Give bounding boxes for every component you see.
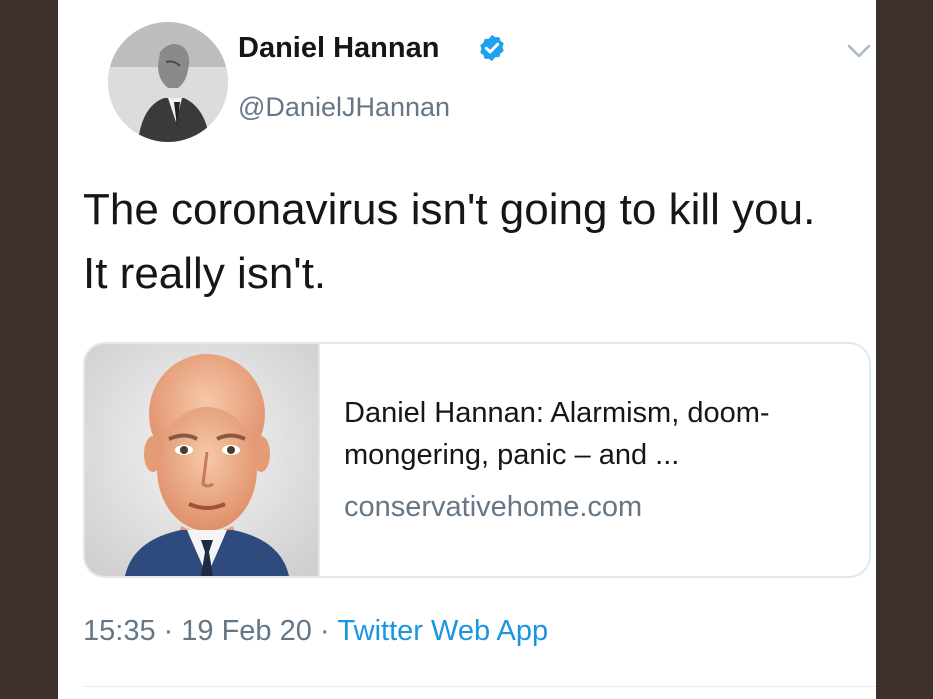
author-display-name[interactable]: Daniel Hannan — [238, 32, 439, 65]
card-title: Daniel Hannan: Alarmism, doom-mongering,… — [344, 397, 770, 471]
author-avatar[interactable] — [108, 22, 228, 142]
screenshot-frame: Daniel Hannan @DanielJHannan The coronav… — [0, 0, 933, 699]
right-border — [876, 0, 933, 699]
verified-badge-icon — [480, 34, 504, 62]
tweet-date[interactable]: 19 Feb 20 — [181, 615, 312, 647]
avatar-photo — [108, 22, 228, 142]
chevron-down-icon[interactable] — [846, 42, 872, 60]
card-domain: conservativehome.com — [344, 491, 643, 523]
tweet-card: Daniel Hannan @DanielJHannan The coronav… — [58, 0, 876, 699]
card-portrait-illustration — [85, 344, 318, 576]
link-preview-card[interactable]: Daniel Hannan: Alarmism, doom-mongering,… — [83, 342, 871, 578]
meta-separator: · — [163, 615, 174, 647]
card-thumbnail — [85, 344, 318, 576]
tweet-metadata: 15:35 · 19 Feb 20 · Twitter Web App — [83, 615, 548, 648]
author-handle[interactable]: @DanielJHannan — [238, 92, 450, 123]
tweet-time[interactable]: 15:35 — [83, 615, 156, 647]
card-divider — [318, 344, 320, 576]
left-border — [0, 0, 58, 699]
tweet-source-link[interactable]: Twitter Web App — [338, 615, 549, 647]
tweet-text: The coronavirus isn't going to kill you.… — [83, 185, 816, 298]
meta-separator: · — [319, 615, 330, 647]
bottom-divider — [83, 686, 876, 687]
